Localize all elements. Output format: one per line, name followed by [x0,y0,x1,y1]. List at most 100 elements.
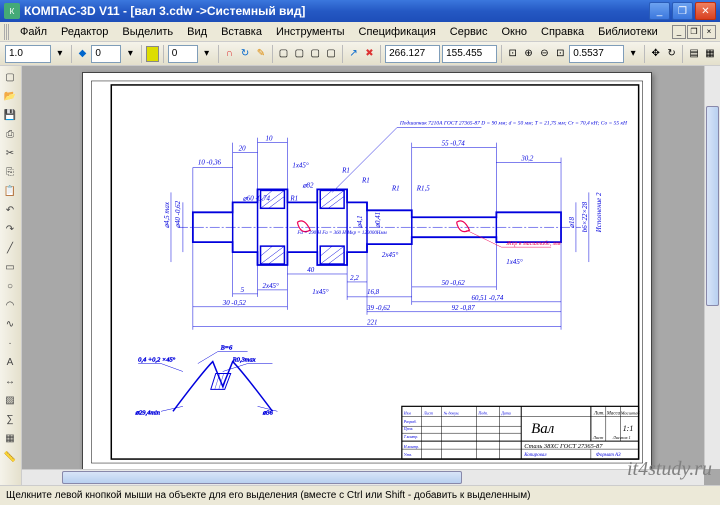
symbol-icon[interactable]: ∑ [1,410,19,428]
menu-help[interactable]: Справка [535,24,590,40]
pan-icon[interactable]: ✥ [649,44,663,64]
menu-libs[interactable]: Библиотеки [592,24,664,40]
maximize-button[interactable]: ❐ [672,2,693,20]
svg-text:R1: R1 [341,167,350,175]
layer-a-input[interactable] [91,45,121,63]
cut-icon[interactable]: ✂ [1,144,19,162]
page-icon[interactable]: ▤ [687,44,701,64]
measure-icon[interactable]: 📏 [1,448,19,466]
print-icon[interactable]: ⎙ [1,125,19,143]
menu-tools[interactable]: Инструменты [270,24,351,40]
svg-text:221: 221 [367,319,377,327]
paste-icon[interactable]: 📋 [1,182,19,200]
layer-a-dropdown-icon[interactable]: ▾ [123,44,137,64]
svg-text:В=6: В=6 [221,345,233,352]
svg-text:⌀82: ⌀82 [302,181,314,189]
menu-window[interactable]: Окно [495,24,533,40]
svg-text:Дата: Дата [500,410,510,415]
hatch-icon[interactable]: ▨ [1,391,19,409]
spline-icon[interactable]: ∿ [1,315,19,333]
svg-text:Исполнение 2: Исполнение 2 [595,192,603,233]
zoom-in-icon[interactable]: ⊕ [522,44,536,64]
svg-text:⌀4,5 max: ⌀4,5 max [163,201,171,228]
svg-text:Формат А3: Формат А3 [596,453,621,458]
svg-text:0,4 +0,2 ×45°: 0,4 +0,2 ×45° [138,357,176,364]
menu-select[interactable]: Выделить [116,24,179,40]
zoom-input[interactable] [569,45,624,63]
scale-dropdown-icon[interactable]: ▾ [53,44,67,64]
minimize-button[interactable]: _ [649,2,670,20]
mdi-minimize-button[interactable]: _ [672,25,686,39]
coord-x-input[interactable] [385,45,440,63]
pencil-icon[interactable]: ✎ [254,44,268,64]
doc3-icon[interactable]: ▢ [308,44,322,64]
open-icon[interactable]: 📂 [1,87,19,105]
titlebar: К КОМПАС-3D V11 - [вал 3.cdw ->Системный… [0,0,720,22]
scrollbar-vertical[interactable] [704,66,720,469]
copy-icon[interactable]: ⎘ [1,163,19,181]
app-icon: К [4,3,20,19]
layers-icon[interactable]: ▦ [703,44,717,64]
line-icon[interactable]: ╱ [1,239,19,257]
toolbar-1: ▾ ◆ ▾ ▾ ∩ ↻ ✎ ▢ ▢ ▢ ▢ ↗ ✖ ⊡ ⊕ ⊖ ⊡ ▾ ✥ ↻ … [0,42,720,66]
svg-text:Fа = 290 Н Fа = 360 Н Мкр = 12: Fа = 290 Н Fа = 360 Н Мкр = 120000Нмм [296,231,387,236]
coord-y-input[interactable] [442,45,497,63]
table-icon[interactable]: ▦ [1,429,19,447]
menu-spec[interactable]: Спецификация [353,24,442,40]
color-swatch-yellow[interactable] [146,46,159,62]
svg-text:Утв.: Утв. [404,452,412,457]
menu-service[interactable]: Сервис [444,24,494,40]
circle-icon[interactable]: ○ [1,277,19,295]
menu-gripper[interactable] [4,24,10,40]
new-icon[interactable]: ▢ [1,68,19,86]
svg-text:Масштаб: Масштаб [620,410,641,415]
svg-text:Подшипник 7210А ГОСТ 27365-87: Подшипник 7210А ГОСТ 27365-87 D = 90 мм;… [399,120,628,127]
save-icon[interactable]: 💾 [1,106,19,124]
zoom-window-icon[interactable]: ⊡ [553,44,567,64]
svg-text:Сталь 38ХС ГОСТ 27365-87: Сталь 38ХС ГОСТ 27365-87 [524,443,603,450]
rect-icon[interactable]: ▭ [1,258,19,276]
doc2-icon[interactable]: ▢ [292,44,306,64]
redo-icon[interactable]: ↷ [1,220,19,238]
menu-view[interactable]: Вид [181,24,213,40]
menu-insert[interactable]: Вставка [215,24,268,40]
svg-text:⌀29,4min: ⌀29,4min [135,409,160,416]
mdi-close-button[interactable]: × [702,25,716,39]
refresh-icon[interactable]: ↻ [238,44,252,64]
zoom-fit-icon[interactable]: ⊡ [506,44,520,64]
arrow-icon[interactable]: ↗ [347,44,361,64]
magnet-icon[interactable]: ∩ [222,44,236,64]
zoom-dropdown-icon[interactable]: ▾ [626,44,640,64]
left-toolbar: ▢ 📂 💾 ⎙ ✂ ⎘ 📋 ↶ ↷ ╱ ▭ ○ ◠ ∿ · A ↔ ▨ ∑ ▦ … [0,66,22,485]
zoom-out-icon[interactable]: ⊖ [537,44,551,64]
rotate-icon[interactable]: ↻ [665,44,679,64]
svg-text:Масса: Масса [606,411,621,416]
point-icon[interactable]: · [1,334,19,352]
doc4-icon[interactable]: ▢ [324,44,338,64]
svg-text:30,2: 30,2 [520,155,534,163]
statusbar: Щелкните левой кнопкой мыши на объекте д… [0,485,720,505]
layer-b-dropdown-icon[interactable]: ▾ [200,44,214,64]
mdi-restore-button[interactable]: ❐ [687,25,701,39]
scrollthumb-vertical[interactable] [706,106,719,306]
stop-icon[interactable]: ✖ [363,44,377,64]
diamond-icon[interactable]: ◆ [76,44,90,64]
svg-text:Вал: Вал [531,421,554,437]
scrollthumb-horizontal[interactable] [62,471,462,484]
layer-b-input[interactable] [168,45,198,63]
scale-input[interactable] [5,45,51,63]
svg-text:Пров.: Пров. [403,426,414,431]
canvas-area[interactable]: 10 -0,36 20 10 1x45° R1 R1 R1 R1,5 55 -0… [22,66,720,485]
scrollbar-horizontal[interactable] [22,469,704,485]
menu-editor[interactable]: Редактор [55,24,114,40]
doc1-icon[interactable]: ▢ [277,44,291,64]
undo-icon[interactable]: ↶ [1,201,19,219]
detail-view: В=6 R0,3max 0,4 +0,2 ×45° ⌀29,4min ⌀36 [135,345,277,417]
menu-file[interactable]: Файл [14,24,53,40]
drawing-sheet[interactable]: 10 -0,36 20 10 1x45° R1 R1 R1 R1,5 55 -0… [82,72,652,472]
text-icon[interactable]: A [1,353,19,371]
dim-icon[interactable]: ↔ [1,372,19,390]
close-button[interactable]: ✕ [695,2,716,20]
arc-icon[interactable]: ◠ [1,296,19,314]
svg-text:10: 10 [266,135,273,143]
